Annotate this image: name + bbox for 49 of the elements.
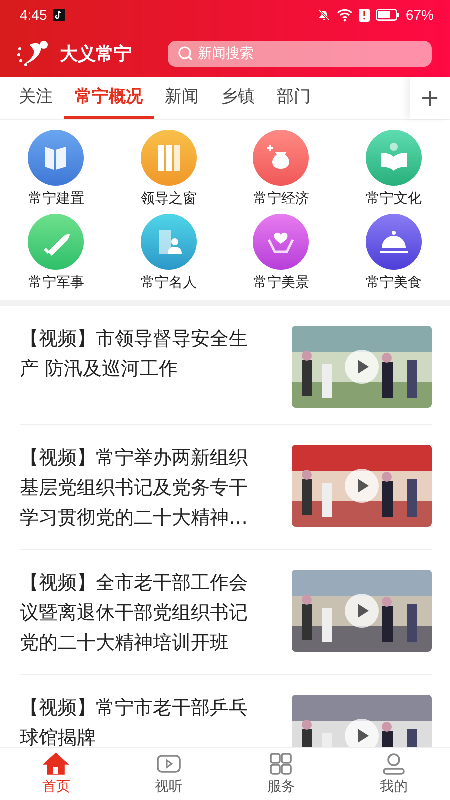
nav-tab[interactable]: 我的 <box>338 748 450 800</box>
home-icon <box>43 752 70 776</box>
nav-tab[interactable]: 服务 <box>225 748 338 800</box>
book-icon <box>28 130 84 186</box>
grid-icon <box>268 752 294 776</box>
money-icon <box>253 130 310 186</box>
person-icon <box>140 214 197 270</box>
wifi-icon <box>336 8 353 22</box>
news-item[interactable]: 【视频】常宁举办两新组织基层党组织书记及党务专干学习贯彻党的二十大精神… <box>20 425 432 550</box>
play-icon[interactable] <box>345 719 379 747</box>
files-icon <box>140 130 197 186</box>
tab[interactable]: 关注 <box>8 77 64 119</box>
play-icon[interactable] <box>345 594 379 628</box>
news-title: 【视频】常宁举办两新组织基层党组织书记及党务专干学习贯彻党的二十大精神… <box>20 446 249 531</box>
news-title: 【视频】市领导督导安全生产 防汛及巡河工作 <box>20 327 249 382</box>
tab[interactable]: 常宁概况 <box>64 77 154 119</box>
battery-icon <box>376 9 400 21</box>
news-title: 【视频】常宁市老干部乒乓球馆揭牌 <box>20 696 249 747</box>
tab[interactable]: 部门 <box>266 77 322 119</box>
category-button[interactable]: 常宁名人 <box>112 214 225 292</box>
category-button[interactable]: 领导之窗 <box>112 130 225 208</box>
tab[interactable]: 新闻 <box>154 77 210 119</box>
video-icon <box>156 752 182 776</box>
alert-icon <box>358 8 370 22</box>
tab[interactable]: 乡镇 <box>210 77 266 119</box>
add-tab-button[interactable]: + <box>410 77 450 119</box>
category-button[interactable]: 常宁军事 <box>0 214 112 292</box>
search-icon <box>178 46 194 62</box>
search-field[interactable]: 新闻搜索 <box>168 40 432 66</box>
play-icon[interactable] <box>345 350 379 384</box>
reading-icon <box>366 130 422 186</box>
news-item[interactable]: 【视频】市领导督导安全生产 防汛及巡河工作 <box>20 306 432 425</box>
user-icon <box>380 752 407 776</box>
news-title: 【视频】全市老干部工作会议暨离退休干部党组织书记党的二十大精神培训开班 <box>20 571 249 656</box>
category-button[interactable]: 常宁美景 <box>225 214 338 292</box>
category-button[interactable]: 常宁建置 <box>0 130 112 208</box>
app-title: 大义常宁 <box>60 42 132 66</box>
category-button[interactable]: 常宁文化 <box>338 130 450 208</box>
status-time: 4:45 <box>20 7 48 23</box>
nav-tab[interactable]: 视听 <box>112 748 225 800</box>
category-button[interactable]: 常宁美食 <box>338 214 450 292</box>
play-icon[interactable] <box>345 469 379 503</box>
category-button[interactable]: 常宁经济 <box>225 130 338 208</box>
mute-icon <box>316 8 331 22</box>
battery-percent: 67% <box>406 7 434 23</box>
dish-icon <box>366 214 422 270</box>
news-item[interactable]: 【视频】全市老干部工作会议暨离退休干部党组织书记党的二十大精神培训开班 <box>20 550 432 675</box>
tiktok-icon <box>53 9 66 21</box>
nav-tab[interactable]: 首页 <box>0 748 112 800</box>
